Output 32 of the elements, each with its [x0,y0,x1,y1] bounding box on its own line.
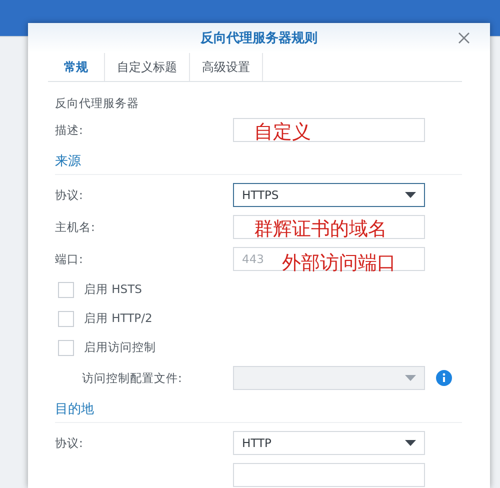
annotation-text: 群辉证书的域名 [254,218,387,240]
caret-icon [405,192,416,198]
section-heading: 来源 [55,153,82,171]
input-field[interactable]: 443 外部访问端口 [233,247,425,271]
tab[interactable]: 自定义标题 [105,53,190,81]
field-label: 协议: [55,188,84,202]
dropdown[interactable]: HTTPS [233,183,425,207]
checkbox-label: 启用 HTTP/2 [84,311,152,326]
checkbox[interactable] [58,310,74,326]
field-label: 端口: [55,252,84,266]
tab[interactable]: 常规 [48,53,105,81]
description-field[interactable]: 自定义 [233,118,425,142]
caret-icon [405,440,416,446]
dropdown[interactable]: HTTP [233,431,425,455]
checkbox-label: 启用访问控制 [84,340,156,355]
annotation-text: 自定义 [254,121,311,143]
field-label: 描述: [55,122,84,138]
checkbox[interactable] [58,282,74,298]
field-label: 协议: [55,436,84,450]
tab[interactable]: 高级设置 [190,53,263,81]
dialog-title: 反向代理服务器规则 [200,30,318,47]
checkbox[interactable] [58,340,74,356]
checkbox-label: 启用 HSTS [84,282,142,297]
section-heading: 目的地 [55,401,95,419]
input-field[interactable]: 群辉证书的域名 [233,215,425,239]
field-label: 访问控制配置文件: [81,370,183,386]
section-label: 反向代理服务器 [55,95,140,112]
field-label: 主机名: [55,220,96,234]
annotation-text: 外部访问端口 [282,252,396,274]
caret-icon [405,375,416,381]
close-icon[interactable] [458,32,470,44]
input-field[interactable] [233,463,425,487]
